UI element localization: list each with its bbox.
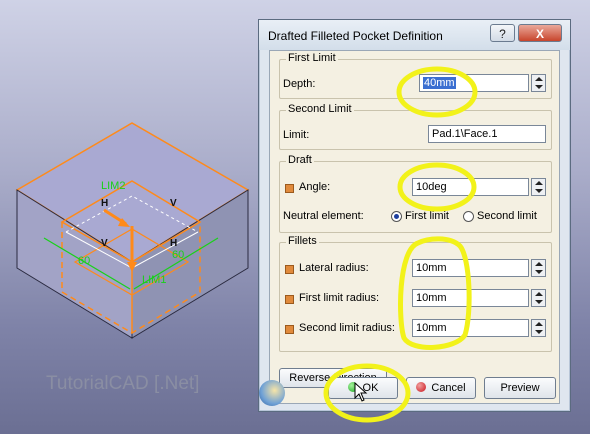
- fillets-group: Fillets Lateral radius: 10mm First limit…: [279, 235, 552, 352]
- catia-globe-icon: [259, 380, 285, 406]
- fillets-title: Fillets: [286, 235, 319, 247]
- first-limit-radius-spinner[interactable]: [531, 289, 546, 307]
- first-limit-option: First limit: [405, 210, 449, 222]
- first-limit-title: First Limit: [286, 52, 338, 64]
- dialog-title: Drafted Filleted Pocket Definition: [268, 29, 443, 43]
- depth-spinner[interactable]: [531, 74, 546, 92]
- second-limit-radio[interactable]: [463, 211, 474, 222]
- lateral-radius-checkbox[interactable]: [285, 265, 294, 274]
- v-mid-label: V: [101, 238, 108, 249]
- v-top-label: V: [170, 198, 177, 209]
- depth-label: Depth:: [283, 78, 316, 90]
- cancel-red-icon: [416, 382, 427, 392]
- first-limit-group: First Limit Depth: 40mm: [279, 52, 552, 99]
- second-limit-radius-label: Second limit radius:: [299, 322, 395, 334]
- first-limit-radius-checkbox[interactable]: [285, 295, 294, 304]
- angle-checkbox[interactable]: [285, 184, 294, 193]
- second-limit-radius-input[interactable]: 10mm: [412, 319, 529, 337]
- first-limit-radius-input[interactable]: 10mm: [412, 289, 529, 307]
- dim-right-label: 60: [172, 249, 184, 261]
- draft-title: Draft: [286, 154, 314, 166]
- second-limit-radius-checkbox[interactable]: [285, 325, 294, 334]
- depth-input[interactable]: 40mm: [419, 74, 529, 92]
- lateral-radius-spinner[interactable]: [531, 259, 546, 277]
- angle-input[interactable]: 10deg: [412, 178, 529, 196]
- mouse-cursor-icon: [354, 382, 368, 402]
- close-button[interactable]: X: [518, 24, 562, 42]
- cancel-button[interactable]: Cancel: [406, 377, 476, 399]
- h-mid-label: H: [170, 238, 177, 249]
- first-limit-radio[interactable]: [391, 211, 402, 222]
- help-button[interactable]: ?: [490, 24, 515, 42]
- pocket-definition-dialog: Drafted Filleted Pocket Definition ? X F…: [258, 19, 571, 412]
- cancel-label: Cancel: [431, 382, 466, 394]
- limit-label: Limit:: [283, 129, 310, 141]
- depth-value: 40mm: [423, 77, 456, 89]
- first-limit-radius-label: First limit radius:: [299, 292, 380, 304]
- second-limit-title: Second Limit: [286, 103, 354, 115]
- angle-label: Angle:: [299, 181, 331, 193]
- lim1-label: LIM1: [142, 274, 166, 286]
- 3d-viewport[interactable]: LIM2 H V V H 60 60 LIM1 TutorialCAD [.Ne…: [0, 0, 262, 434]
- preview-button[interactable]: Preview: [484, 377, 556, 399]
- dialog-titlebar[interactable]: Drafted Filleted Pocket Definition ? X: [259, 20, 570, 50]
- h-top-label: H: [101, 198, 108, 209]
- draft-group: Draft Angle: 10deg Neutral element: Firs…: [279, 154, 552, 233]
- dialog-body: First Limit Depth: 40mm Second Limit Lim…: [269, 50, 560, 404]
- second-limit-option: Second limit: [477, 210, 537, 222]
- second-limit-radius-spinner[interactable]: [531, 319, 546, 337]
- second-limit-group: Second Limit Limit: Pad.1\Face.1: [279, 103, 552, 150]
- lim2-label: LIM2: [101, 180, 125, 192]
- watermark: TutorialCAD [.Net]: [46, 373, 200, 394]
- lateral-radius-input[interactable]: 10mm: [412, 259, 529, 277]
- neutral-element-label: Neutral element:: [283, 210, 364, 222]
- dim-left-label: 60: [78, 255, 90, 267]
- limit-field[interactable]: Pad.1\Face.1: [428, 125, 546, 143]
- angle-spinner[interactable]: [531, 178, 546, 196]
- part-geometry: LIM2 H V V H 60 60 LIM1: [15, 122, 250, 339]
- lateral-radius-label: Lateral radius:: [299, 262, 369, 274]
